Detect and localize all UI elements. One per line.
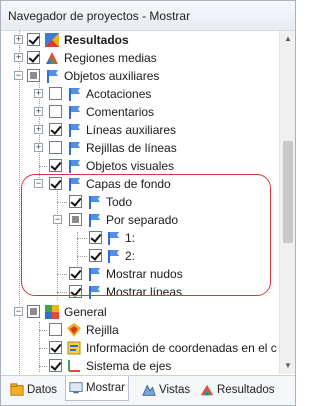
tree-connector: [39, 348, 47, 349]
tree-item-general[interactable]: − General: [1, 303, 279, 321]
tree-item-objetos-auxiliares[interactable]: − Objetos auxiliares: [1, 67, 279, 85]
tab-mostrar[interactable]: Mostrar: [65, 376, 129, 401]
expand-toggle[interactable]: +: [34, 143, 43, 152]
results-icon: [45, 33, 59, 47]
tree-item-label: Comentarios: [86, 105, 155, 119]
tab-label: Datos: [27, 384, 58, 396]
tab-resultados[interactable]: Resultados: [197, 379, 278, 401]
data-icon: [10, 383, 24, 396]
navigator-tabs: Datos Mostrar Vistas Resultados: [1, 375, 295, 405]
expand-toggle[interactable]: +: [14, 35, 23, 44]
tree-item-sistema-de-ejes[interactable]: Sistema de ejes: [1, 357, 279, 374]
tab-label: Mostrar: [86, 382, 125, 394]
navigator-tree: + Resultados + Regiones medias − Objetos…: [1, 31, 279, 374]
flag-icon: [69, 160, 80, 173]
checkbox[interactable]: [49, 359, 62, 372]
tree-item-label: Rejillas de líneas: [86, 141, 177, 155]
tab-datos[interactable]: Datos: [7, 379, 60, 401]
expand-toggle[interactable]: +: [34, 107, 43, 116]
tree-item-resultados[interactable]: + Resultados: [1, 31, 279, 49]
vertical-scrollbar[interactable]: ▲ ▼: [279, 31, 295, 374]
tree-item-lineas-auxiliares[interactable]: + Líneas auxiliares: [1, 121, 279, 139]
display-icon: [69, 382, 83, 394]
tree-item-label: Objetos auxiliares: [64, 69, 160, 83]
flag-icon: [69, 106, 80, 119]
tree-item-label: Líneas auxiliares: [86, 123, 177, 137]
flag-icon: [47, 70, 58, 83]
tree-connector: [39, 366, 47, 367]
tree-item-label: General: [64, 305, 107, 319]
tree-item-rejillas-de-lineas[interactable]: + Rejillas de líneas: [1, 139, 279, 157]
project-navigator-panel: Navegador de proyectos - Mostrar + Resul…: [0, 0, 296, 406]
tree-item-label: Regiones medias: [64, 51, 157, 65]
tree-item-informacion-coordenadas[interactable]: Información de coordenadas en el c: [1, 339, 279, 357]
checkbox[interactable]: [49, 323, 62, 336]
checkbox[interactable]: [49, 123, 62, 136]
coordinate-icon: [67, 341, 81, 355]
highlight-annotation: [21, 174, 271, 296]
tree-item-rejilla[interactable]: Rejilla: [1, 321, 279, 339]
views-icon: [142, 384, 156, 396]
checkbox[interactable]: [27, 51, 40, 64]
flag-icon: [69, 124, 80, 137]
axes-icon: [68, 360, 80, 372]
tree-item-acotaciones[interactable]: + Acotaciones: [1, 85, 279, 103]
checkbox[interactable]: [49, 87, 62, 100]
checkbox[interactable]: [49, 105, 62, 118]
tab-vistas[interactable]: Vistas: [139, 379, 193, 401]
checkbox[interactable]: [49, 141, 62, 154]
tree-item-label: Sistema de ejes: [86, 359, 172, 373]
general-icon: [45, 305, 59, 319]
results-icon: [200, 384, 214, 396]
tree-item-regiones-medias[interactable]: + Regiones medias: [1, 49, 279, 67]
panel-title: Navegador de proyectos - Mostrar: [1, 1, 295, 31]
scroll-up-arrow-icon[interactable]: ▲: [280, 31, 296, 47]
checkbox[interactable]: [27, 33, 40, 46]
expand-toggle[interactable]: +: [34, 125, 43, 134]
collapse-toggle[interactable]: −: [14, 71, 23, 80]
grid-icon: [67, 323, 81, 337]
tree-item-label: Acotaciones: [86, 87, 152, 101]
checkbox[interactable]: [49, 159, 62, 172]
expand-toggle[interactable]: +: [14, 53, 23, 62]
tab-label: Resultados: [217, 384, 275, 396]
checkbox[interactable]: [27, 305, 40, 318]
tree-item-label: Objetos visuales: [86, 159, 175, 173]
checkbox[interactable]: [49, 341, 62, 354]
surfaces-icon: [46, 52, 58, 64]
tree-connector: [39, 166, 47, 167]
tree-item-label: Información de coordenadas en el c: [86, 341, 277, 355]
tab-label: Vistas: [159, 384, 191, 396]
checkbox[interactable]: [27, 69, 40, 82]
tree-item-objetos-visuales[interactable]: Objetos visuales: [1, 157, 279, 175]
flag-icon: [69, 142, 80, 155]
scroll-thumb[interactable]: [283, 141, 293, 243]
tree-item-label: Rejilla: [86, 323, 119, 337]
tree-item-comentarios[interactable]: + Comentarios: [1, 103, 279, 121]
expand-toggle[interactable]: +: [34, 89, 43, 98]
tree-connector: [39, 330, 47, 331]
tree-item-label: Resultados: [64, 33, 129, 47]
scroll-down-arrow-icon[interactable]: ▼: [280, 358, 296, 374]
flag-icon: [69, 88, 80, 101]
collapse-toggle[interactable]: −: [14, 307, 23, 316]
